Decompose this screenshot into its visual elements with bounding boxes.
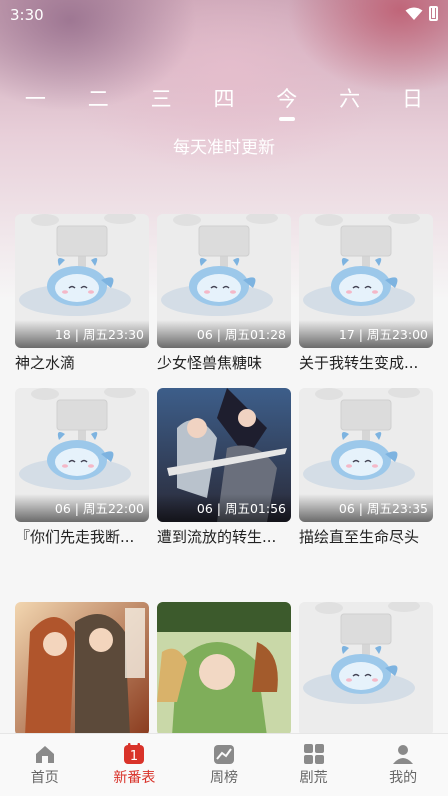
tab-label: 周榜: [209, 770, 238, 786]
tab-schedule[interactable]: 1 新番表: [90, 734, 180, 796]
anime-card[interactable]: 18 | 周五23:30 神之水滴: [15, 214, 149, 374]
anime-cover[interactable]: 18 | 周五23:30: [15, 214, 149, 348]
wifi-icon: [405, 7, 423, 20]
episode-badge: 17 | 周五23:00: [338, 327, 428, 342]
episode-badge: 06 | 周五23:35: [338, 501, 428, 516]
episode-badge: 06 | 周五22:00: [54, 501, 144, 516]
tab-day-thu[interactable]: 四: [202, 83, 246, 113]
anime-title: 『你们先走我断...: [15, 528, 135, 546]
anime-card[interactable]: 06 | 周五22:00 『你们先走我断...: [15, 388, 149, 548]
calendar-badge-number: 1: [130, 749, 138, 764]
anime-card[interactable]: 06 | 周五01:56 遭到流放的转生...: [157, 388, 291, 548]
anime-title: 少女怪兽焦糖味: [157, 354, 263, 372]
anime-cover[interactable]: [15, 602, 149, 736]
cover-artwork: [15, 602, 149, 736]
tab-drama-shortage[interactable]: 剧荒: [269, 734, 359, 796]
tab-profile[interactable]: 我的: [358, 734, 448, 796]
tab-day-tue[interactable]: 二: [76, 83, 120, 113]
tab-day-mon[interactable]: 一: [13, 83, 57, 113]
bottom-tab-bar: 首页 1 新番表 周榜 剧荒 我的: [0, 733, 448, 796]
tab-weekly-rank[interactable]: 周榜: [179, 734, 269, 796]
tab-home[interactable]: 首页: [0, 734, 90, 796]
home-icon: [35, 746, 54, 763]
grid-icon: [303, 744, 324, 764]
tab-label: 首页: [30, 770, 59, 786]
anime-card[interactable]: [157, 602, 291, 736]
anime-cover[interactable]: [299, 602, 433, 736]
episode-badge: 18 | 周五23:30: [54, 327, 144, 342]
tab-label: 剧荒: [299, 770, 328, 786]
anime-card[interactable]: [299, 602, 433, 736]
placeholder-mascot-icon: [299, 602, 433, 736]
episode-badge: 06 | 周五01:28: [196, 327, 286, 342]
anime-card[interactable]: 06 | 周五23:35 描绘直至生命尽头: [299, 388, 433, 548]
tab-day-sat[interactable]: 六: [328, 83, 372, 113]
anime-cover[interactable]: [157, 602, 291, 736]
tab-label: 新番表: [113, 770, 156, 786]
anime-cover[interactable]: 17 | 周五23:00: [299, 214, 433, 348]
anime-card[interactable]: [15, 602, 149, 736]
anime-title: 遭到流放的转生...: [157, 528, 277, 546]
episode-badge: 06 | 周五01:56: [196, 501, 286, 516]
cover-artwork: [157, 602, 291, 736]
anime-title: 关于我转生变成...: [299, 354, 419, 372]
tab-label: 我的: [389, 770, 418, 786]
status-time: 3:30: [10, 6, 44, 24]
schedule-subtitle: 每天准时更新: [173, 138, 275, 158]
anime-title: 神之水滴: [15, 354, 76, 372]
chart-icon: [213, 745, 234, 764]
calendar-icon: 1: [124, 743, 145, 764]
status-bar: 3:30: [0, 0, 448, 32]
anime-cover[interactable]: 06 | 周五22:00: [15, 388, 149, 522]
tab-day-wed[interactable]: 三: [139, 83, 183, 113]
tab-day-today[interactable]: 今: [265, 83, 309, 121]
anime-cover[interactable]: 06 | 周五01:56: [157, 388, 291, 522]
anime-cover[interactable]: 06 | 周五23:35: [299, 388, 433, 522]
tab-day-sun[interactable]: 日: [390, 83, 434, 113]
battery-icon: [429, 6, 438, 21]
person-icon: [393, 745, 414, 764]
anime-cover[interactable]: 06 | 周五01:28: [157, 214, 291, 348]
anime-card[interactable]: 17 | 周五23:00 关于我转生变成...: [299, 214, 433, 374]
anime-card[interactable]: 06 | 周五01:28 少女怪兽焦糖味: [157, 214, 291, 374]
weekday-tabs: 一 二 三 四 今 六 日: [0, 78, 448, 121]
anime-title: 描绘直至生命尽头: [299, 528, 420, 546]
